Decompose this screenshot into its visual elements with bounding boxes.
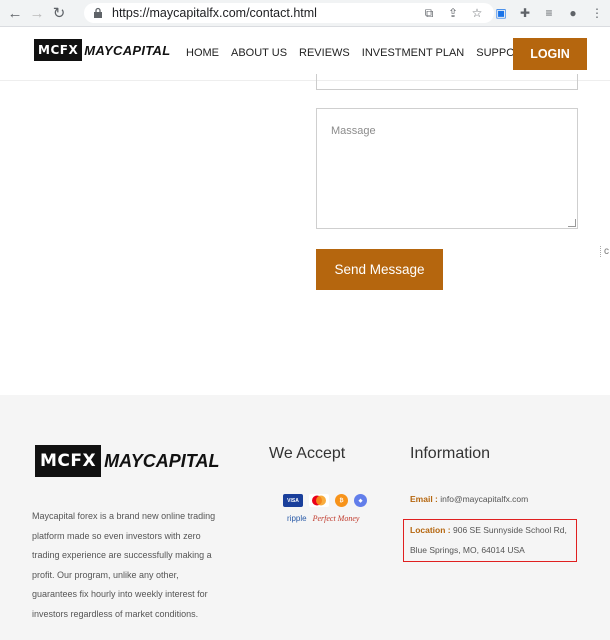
about-line: platform made so even investors with zer… — [32, 530, 201, 541]
about-line: Maycapital forex is a brand new online t… — [32, 511, 216, 521]
payment-methods-row2: ripple Perfect Money — [287, 514, 359, 523]
about-line: profit. Our program, unlike any other, — [32, 569, 179, 580]
nav-about[interactable]: ABOUT US — [231, 47, 287, 59]
ripple-icon: ripple — [287, 514, 307, 523]
about-line: trading experience are successfully maki… — [32, 550, 212, 560]
footer-logo[interactable]: MCFX MAYCAPITAL — [35, 445, 219, 477]
back-icon[interactable]: ← — [4, 2, 26, 24]
about-line: investors regardless of market condition… — [32, 608, 199, 619]
reading-list-icon[interactable]: ≡ — [540, 4, 558, 22]
logo-box: MCFX — [34, 39, 83, 61]
payment-methods-row1: VISA ₿ ◆ — [283, 494, 367, 507]
profile-icon[interactable]: ● — [564, 4, 582, 22]
previous-input-field[interactable] — [316, 74, 578, 90]
footer-logo-box: MCFX — [35, 445, 102, 477]
perfect-money-icon: Perfect Money — [312, 514, 360, 523]
extension-icon[interactable]: ▣ — [492, 4, 510, 22]
email-label: Email : — [410, 494, 438, 504]
send-message-button[interactable]: Send Message — [316, 249, 443, 290]
forward-icon[interactable]: → — [26, 2, 48, 24]
translate-icon[interactable]: ⧉ — [420, 4, 438, 22]
visa-icon: VISA — [283, 494, 303, 507]
puzzle-icon[interactable]: ✚ — [516, 4, 534, 22]
main-nav: HOME ABOUT US REVIEWS INVESTMENT PLAN SU… — [186, 47, 541, 59]
nav-investment-plan[interactable]: INVESTMENT PLAN — [362, 47, 465, 59]
reload-icon[interactable]: ↻ — [48, 2, 70, 24]
message-placeholder: Massage — [331, 125, 376, 137]
url-text: https://maycapitalfx.com/contact.html — [112, 6, 317, 20]
highlight-box — [403, 519, 577, 562]
ethereum-icon: ◆ — [354, 494, 367, 507]
browser-toolbar: ← → ↻ https://maycapitalfx.com/contact.h… — [0, 0, 610, 27]
information-title: Information — [410, 445, 491, 462]
email-row: Email : info@maycapitalfx.com — [410, 494, 528, 504]
footer-logo-name: MAYCAPITAL — [104, 450, 220, 471]
nav-reviews[interactable]: REVIEWS — [299, 47, 350, 59]
mastercard-icon — [309, 494, 329, 507]
logo-name: MAYCAPITAL — [84, 42, 171, 58]
we-accept-title: We Accept — [269, 445, 346, 462]
site-header: MCFX MAYCAPITAL HOME ABOUT US REVIEWS IN… — [0, 27, 610, 81]
site-logo[interactable]: MCFX MAYCAPITAL — [34, 39, 171, 61]
about-text: Maycapital forex is a brand new online t… — [32, 507, 242, 624]
share-icon[interactable]: ⇪ — [444, 4, 462, 22]
login-button[interactable]: LOGIN — [513, 38, 587, 70]
nav-home[interactable]: HOME — [186, 47, 219, 59]
bitcoin-icon: ₿ — [335, 494, 348, 507]
about-line: guarantees fix hourly into weekly intere… — [32, 589, 208, 599]
email-link[interactable]: info@maycapitalfx.com — [440, 494, 528, 504]
scroll-edge-marker: c — [600, 246, 610, 257]
resize-handle[interactable] — [568, 219, 576, 227]
message-textarea[interactable]: Massage — [316, 108, 578, 229]
footer: MCFX MAYCAPITAL Maycapital forex is a br… — [0, 395, 610, 640]
menu-icon[interactable]: ⋮ — [588, 4, 606, 22]
lock-icon — [94, 7, 102, 18]
star-icon[interactable]: ☆ — [468, 4, 486, 22]
